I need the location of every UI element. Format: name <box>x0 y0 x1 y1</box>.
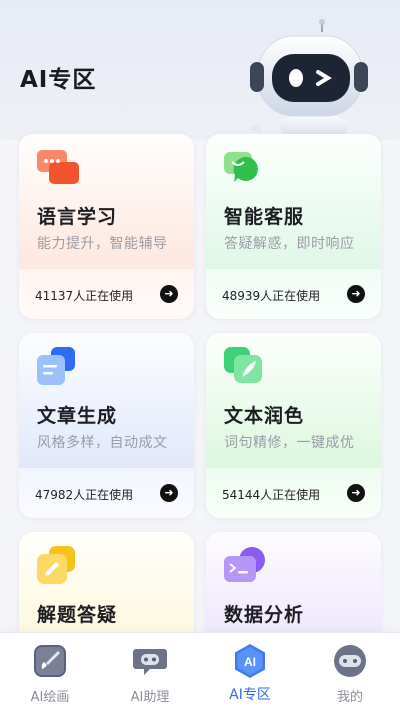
tab-ai-painting[interactable]: AI绘画 <box>0 633 100 711</box>
usage-count: 48939人正在使用 <box>222 289 321 303</box>
usage-count: 54144人正在使用 <box>222 488 321 502</box>
tab-label: AI绘画 <box>30 690 70 705</box>
tab-label: AI助理 <box>130 690 170 705</box>
assistant-bot-icon <box>133 649 167 675</box>
card-title: 智能客服 <box>224 206 305 228</box>
card-problem-solving[interactable]: 解题答疑 <box>19 532 194 642</box>
page-title: AI专区 <box>20 67 97 93</box>
arrow-right-icon[interactable]: ➜ <box>160 285 178 303</box>
card-data-analysis[interactable]: 数据分析 <box>206 532 381 642</box>
card-title: 文本润色 <box>224 405 305 427</box>
card-subtitle: 风格多样，自动成文 <box>37 435 168 451</box>
card-subtitle: 答疑解惑，即时响应 <box>224 236 355 252</box>
card-subtitle: 词句精修，一键成优 <box>224 435 355 451</box>
card-smart-customer-service[interactable]: 智能客服 答疑解惑，即时响应 48939人正在使用 ➜ <box>206 134 381 319</box>
card-text-polishing[interactable]: 文本润色 词句精修，一键成优 54144人正在使用 ➜ <box>206 333 381 518</box>
chat-bubbles-icon <box>37 150 79 184</box>
robot-mascot-icon <box>248 19 368 140</box>
paint-brush-icon <box>34 645 66 677</box>
tab-ai-zone[interactable]: AI AI专区 <box>200 633 300 711</box>
usage-count: 47982人正在使用 <box>35 488 134 502</box>
tab-mine[interactable]: 我的 <box>300 633 400 711</box>
card-article-generation[interactable]: 文章生成 风格多样，自动成文 47982人正在使用 ➜ <box>19 333 194 518</box>
arrow-right-icon[interactable]: ➜ <box>160 484 178 502</box>
card-language-learning[interactable]: 语言学习 能力提升，智能辅导 41137人正在使用 ➜ <box>19 134 194 319</box>
pencil-note-icon <box>37 546 75 584</box>
quill-pen-icon <box>224 347 262 383</box>
customer-service-icon <box>224 152 258 182</box>
terminal-icon <box>224 547 265 582</box>
bottom-tab-bar: AI绘画 AI助理 AI AI专区 我的 <box>0 632 400 711</box>
card-title: 文章生成 <box>37 405 118 427</box>
tab-label: AI专区 <box>229 687 271 703</box>
card-title: 解题答疑 <box>37 604 118 626</box>
profile-robot-icon <box>334 645 366 677</box>
card-title: 数据分析 <box>224 604 305 626</box>
arrow-right-icon[interactable]: ➜ <box>347 285 365 303</box>
card-subtitle: 能力提升，智能辅导 <box>37 236 168 252</box>
tab-label: 我的 <box>336 690 363 705</box>
ai-hexagon-icon: AI <box>235 644 265 678</box>
card-title: 语言学习 <box>37 206 118 228</box>
svg-text:AI: AI <box>244 655 256 669</box>
usage-count: 41137人正在使用 <box>35 289 134 303</box>
arrow-right-icon[interactable]: ➜ <box>347 484 365 502</box>
tab-ai-assistant[interactable]: AI助理 <box>100 633 200 711</box>
document-icon <box>37 347 75 385</box>
